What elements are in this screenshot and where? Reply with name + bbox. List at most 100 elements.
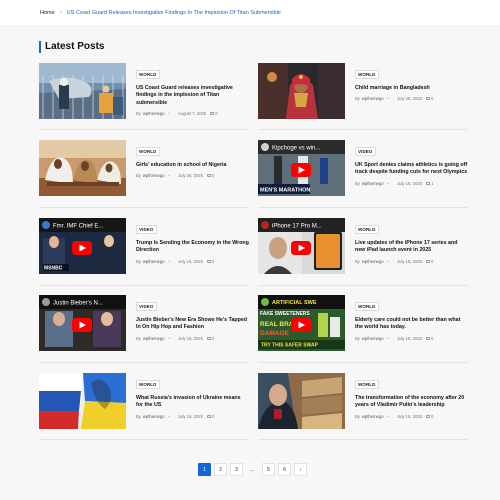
category-badge[interactable]: WORLD — [136, 70, 160, 79]
post-card[interactable]: WORLD The transformation of the economy … — [258, 373, 468, 435]
meta-dot: • — [168, 335, 171, 341]
post-title-link[interactable]: The transformation of the economy after … — [355, 395, 468, 410]
category-badge[interactable]: WORLD — [355, 70, 379, 79]
category-badge[interactable]: WORLD — [355, 225, 379, 234]
meta-dot: • — [387, 335, 390, 341]
post-card[interactable]: WORLD What Russia's invasion of Ukraine … — [39, 373, 249, 435]
post-card[interactable]: Fmr. IMF Chief E... MSNBC VIDEO Trump Is… — [39, 218, 249, 280]
comment-count[interactable]: 1 — [431, 181, 433, 186]
post-card[interactable]: ARTIFICIAL SWE FAKE SWEETENERS REAL BRA … — [258, 295, 468, 357]
page-3-button[interactable]: 3 — [230, 463, 243, 476]
meta-dot: • — [168, 173, 171, 179]
post-thumbnail[interactable]: Kipchoge vs win... MEN'S MARATHON — [258, 140, 345, 196]
comment-icon — [425, 181, 430, 185]
post-thumbnail[interactable]: Fmr. IMF Chief E... MSNBC — [39, 218, 126, 274]
comment-count[interactable]: 0 — [431, 336, 433, 341]
post-title-link[interactable]: Justin Bieber's New Era Shows He's Tappe… — [136, 317, 249, 332]
comment-count[interactable]: 0 — [431, 96, 433, 101]
video-title-text: Fmr. IMF Chief E... — [53, 224, 104, 230]
author-link[interactable]: wpthemego — [362, 259, 384, 264]
msnbc-logo-text: MSNBC — [44, 266, 63, 272]
post-card[interactable]: WORLD US Coast Guard releases investigat… — [39, 63, 249, 125]
page-1-button[interactable]: 1 — [198, 463, 211, 476]
category-badge[interactable]: VIDEO — [136, 225, 157, 234]
comment-count[interactable]: 0 — [212, 414, 214, 419]
post-title-link[interactable]: US Coast Guard releases investigative fi… — [136, 85, 249, 107]
post-card[interactable]: iPhone 17 Pro M... WORLD Live updates of… — [258, 218, 468, 280]
page-5-button[interactable]: 5 — [262, 463, 275, 476]
pagination: 1 2 3 ... 5 6 › — [198, 463, 310, 476]
page-6-button[interactable]: 6 — [278, 463, 291, 476]
category-badge[interactable]: VIDEO — [355, 147, 376, 156]
breadcrumb-current-page: US Coast Guard Releases Investigative Fi… — [66, 10, 281, 16]
breadcrumb-bar: Home › US Coast Guard Releases Investiga… — [0, 0, 500, 27]
post-title-link[interactable]: Live updates of the iPhone 17 series and… — [355, 240, 468, 255]
post-date: August 7, 2025 — [178, 111, 207, 117]
card-divider — [258, 207, 468, 208]
post-thumbnail[interactable] — [258, 373, 345, 429]
comment-count[interactable]: 0 — [212, 336, 214, 341]
meta-prefix: By — [355, 96, 360, 102]
meta-prefix: By — [355, 413, 360, 419]
post-date: July 16, 2025 — [397, 180, 422, 186]
comment-icon — [206, 259, 211, 263]
post-card[interactable]: Kipchoge vs win... MEN'S MARATHON VIDEO … — [258, 140, 468, 202]
post-title-link[interactable]: Elderly care could not be better than wh… — [355, 317, 468, 332]
post-title-link[interactable]: Child marriage in Bangladesh — [355, 85, 468, 92]
author-link[interactable]: wpthemego — [143, 336, 165, 341]
category-badge[interactable]: VIDEO — [136, 302, 157, 311]
post-date: July 26, 2025 — [178, 173, 203, 179]
comment-count[interactable]: 0 — [431, 414, 433, 419]
video-title-text: ARTIFICIAL SWE — [272, 300, 317, 306]
post-date: July 16, 2025 — [178, 258, 203, 264]
meta-prefix: By — [136, 173, 141, 179]
page-2-button[interactable]: 2 — [214, 463, 227, 476]
section-title: Latest Posts — [39, 41, 104, 53]
author-link[interactable]: wpthemego — [143, 111, 165, 116]
author-link[interactable]: wpthemego — [143, 259, 165, 264]
post-thumbnail[interactable]: ARTIFICIAL SWE FAKE SWEETENERS REAL BRA … — [258, 295, 345, 351]
post-card[interactable]: WORLD Girls' education in school of Nige… — [39, 140, 249, 202]
comment-icon — [425, 336, 430, 340]
post-thumbnail[interactable]: Justin Bieber's N... — [39, 295, 126, 351]
meta-dot: • — [168, 413, 171, 419]
comment-icon — [206, 174, 211, 178]
meta-prefix: By — [355, 335, 360, 341]
category-badge[interactable]: WORLD — [355, 302, 379, 311]
post-title-link[interactable]: Trump Is Sending the Economy in the Wron… — [136, 240, 249, 255]
video-title-text: Kipchoge vs win... — [272, 146, 321, 152]
comment-icon — [425, 97, 430, 101]
meta-dot: • — [387, 180, 390, 186]
post-thumbnail[interactable] — [39, 373, 126, 429]
next-page-icon[interactable]: › — [294, 463, 307, 476]
post-date: July 16, 2025 — [178, 413, 203, 419]
post-card[interactable]: Justin Bieber's N... VIDEO Justin Bieber… — [39, 295, 249, 357]
author-link[interactable]: wpthemego — [143, 414, 165, 419]
comment-count[interactable]: 0 — [212, 173, 214, 178]
author-link[interactable]: wpthemego — [143, 173, 165, 178]
post-thumbnail[interactable]: iPhone 17 Pro M... — [258, 218, 345, 274]
post-title-link[interactable]: What Russia's invasion of Ukraine means … — [136, 395, 249, 410]
author-link[interactable]: wpthemego — [362, 96, 384, 101]
comment-count[interactable]: 0 — [215, 111, 217, 116]
category-badge[interactable]: WORLD — [136, 380, 160, 389]
post-thumbnail[interactable] — [39, 63, 126, 119]
post-title-link[interactable]: UK Sport denies claims athletics is goin… — [355, 162, 468, 177]
post-thumbnail[interactable] — [39, 140, 126, 196]
post-title-link[interactable]: Girls' education in school of Nigeria — [136, 162, 249, 169]
post-meta: By wpthemego • August 7, 2025 0 — [136, 111, 249, 116]
author-link[interactable]: wpthemego — [362, 336, 384, 341]
breadcrumb-home-link[interactable]: Home — [40, 10, 55, 16]
comment-count[interactable]: 0 — [212, 259, 214, 264]
category-badge[interactable]: WORLD — [136, 147, 160, 156]
page-ellipsis: ... — [250, 466, 255, 473]
category-badge[interactable]: WORLD — [355, 380, 379, 389]
post-thumbnail[interactable] — [258, 63, 345, 119]
post-card[interactable]: WORLD Child marriage in Bangladesh By wp… — [258, 63, 468, 125]
author-link[interactable]: wpthemego — [362, 414, 384, 419]
card-divider — [39, 439, 249, 440]
comment-count[interactable]: 0 — [431, 259, 433, 264]
card-divider — [258, 285, 468, 286]
author-link[interactable]: wpthemego — [362, 181, 384, 186]
video-title-text: iPhone 17 Pro M... — [272, 224, 322, 230]
